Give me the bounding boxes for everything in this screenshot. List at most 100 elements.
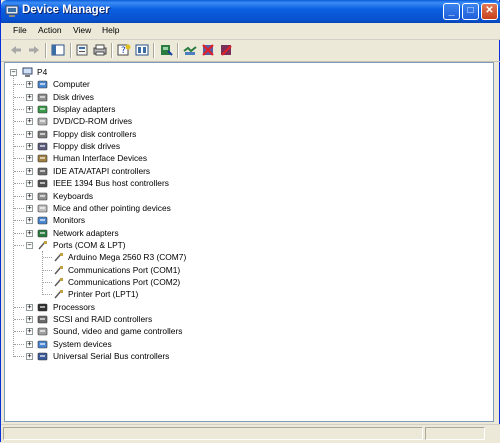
toolbar-separator xyxy=(177,43,179,58)
window-title: Device Manager xyxy=(22,4,110,16)
device-tree[interactable]: − P4 + Computer + Disk drives + Display adapter… xyxy=(4,62,494,422)
minimize-button[interactable]: _ xyxy=(443,3,460,20)
tree-connector xyxy=(14,158,24,160)
system-device-icon xyxy=(37,340,48,348)
tree-category-node[interactable]: + IEEE 1394 Bus host controllers xyxy=(5,178,485,190)
tree-category-label: IEEE 1394 Bus host controllers xyxy=(53,178,169,189)
port-device-node[interactable]: Communications Port (COM1) xyxy=(5,265,485,277)
expand-toggle[interactable]: + xyxy=(26,130,33,138)
tree-category-node[interactable]: + Monitors xyxy=(5,215,485,227)
port-device-node[interactable]: Arduino Mega 2560 R3 (COM7) xyxy=(5,252,485,264)
tree-category-node[interactable]: + Network adapters xyxy=(5,228,485,240)
update-driver-icon[interactable] xyxy=(159,43,173,57)
title-bar[interactable]: Device Manager _ □ ✕ xyxy=(1,0,500,23)
expand-toggle[interactable]: + xyxy=(26,328,33,336)
port-device-label: Printer Port (LPT1) xyxy=(68,289,139,300)
expand-toggle[interactable]: + xyxy=(26,180,33,188)
tree-category-node[interactable]: + Human Interface Devices xyxy=(5,153,485,165)
tree-connector xyxy=(42,250,43,296)
tree-category-label: Display adapters xyxy=(53,104,116,115)
expand-toggle[interactable]: + xyxy=(26,155,33,163)
tree-category-node[interactable]: + Computer xyxy=(5,79,485,91)
expand-toggle[interactable]: + xyxy=(26,217,33,225)
view-icon[interactable] xyxy=(135,43,149,57)
expand-toggle[interactable]: + xyxy=(26,106,33,114)
disable-icon[interactable] xyxy=(219,43,233,57)
tree-category-node[interactable]: + Sound, video and game controllers xyxy=(5,326,485,338)
tree-connector xyxy=(14,220,24,222)
tree-category-node[interactable]: + DVD/CD-ROM drives xyxy=(5,116,485,128)
help-icon[interactable]: ? xyxy=(117,43,131,57)
print-icon[interactable] xyxy=(93,43,107,57)
processor-icon xyxy=(37,303,48,311)
tree-category-node[interactable]: + Floppy disk drives xyxy=(5,141,485,153)
tree-category-node[interactable]: + Floppy disk controllers xyxy=(5,129,485,141)
tree-category-node[interactable]: + IDE ATA/ATAPI controllers xyxy=(5,166,485,178)
tree-root-label: P4 xyxy=(37,67,48,77)
tree-connector xyxy=(14,244,24,246)
tree-category-node[interactable]: + Display adapters xyxy=(5,104,485,116)
expand-toggle[interactable]: + xyxy=(26,303,33,311)
device-manager-window: Device Manager _ □ ✕ File Action View He… xyxy=(0,0,500,443)
tree-category-node[interactable]: + SCSI and RAID controllers xyxy=(5,314,485,326)
ieee1394-icon xyxy=(37,179,48,188)
tree-category-label: Computer xyxy=(53,79,90,90)
port-icon xyxy=(38,240,47,250)
expand-toggle[interactable]: + xyxy=(26,353,33,361)
tree-category-node[interactable]: + System devices xyxy=(5,339,485,351)
tree-category-label: Network adapters xyxy=(53,227,119,238)
scan-hardware-icon[interactable] xyxy=(183,43,197,57)
tree-connector xyxy=(14,146,24,148)
expand-toggle[interactable]: + xyxy=(26,192,33,200)
mouse-icon xyxy=(37,204,48,213)
device-manager-icon xyxy=(5,5,19,17)
tree-connector xyxy=(14,121,24,123)
menu-action[interactable]: Action xyxy=(38,25,62,35)
tree-category-label: IDE ATA/ATAPI controllers xyxy=(53,165,151,176)
tree-category-node[interactable]: + Processors xyxy=(5,302,485,314)
tree-category-node[interactable]: + Universal Serial Bus controllers xyxy=(5,351,485,363)
display-adapter-icon xyxy=(37,105,48,114)
expand-toggle[interactable]: + xyxy=(26,143,33,151)
back-icon[interactable] xyxy=(9,43,23,57)
tree-connector xyxy=(14,319,24,320)
menu-file[interactable]: File xyxy=(13,25,27,35)
properties-icon[interactable] xyxy=(75,43,89,57)
expand-toggle[interactable]: + xyxy=(26,204,33,212)
console-tree-icon[interactable] xyxy=(51,43,65,57)
expand-toggle[interactable]: + xyxy=(26,118,33,126)
scsi-icon xyxy=(37,315,48,324)
expand-toggle[interactable]: + xyxy=(26,167,33,175)
uninstall-icon[interactable] xyxy=(201,43,215,57)
tree-category-label: Sound, video and game controllers xyxy=(53,326,183,337)
floppy-drive-icon xyxy=(37,142,48,151)
forward-icon[interactable] xyxy=(27,43,41,57)
status-bar xyxy=(1,424,500,443)
expand-toggle[interactable]: + xyxy=(26,93,33,101)
tree-connector xyxy=(14,170,24,172)
tree-root-node[interactable]: − P4 xyxy=(5,67,485,79)
keyboard-icon xyxy=(37,192,48,200)
tree-category-node[interactable]: + Disk drives xyxy=(5,92,485,104)
status-pane-main xyxy=(3,427,423,440)
close-button[interactable]: ✕ xyxy=(481,3,498,20)
port-device-node[interactable]: Communications Port (COM2) xyxy=(5,277,485,289)
expand-toggle[interactable]: + xyxy=(26,229,33,237)
tree-connector xyxy=(14,183,24,185)
menu-view[interactable]: View xyxy=(73,25,91,35)
collapse-toggle[interactable]: − xyxy=(10,69,17,76)
tree-category-node[interactable]: + Keyboards xyxy=(5,191,485,203)
expand-toggle[interactable]: + xyxy=(26,316,33,323)
tree-connector xyxy=(14,195,24,197)
tree-category-label: Processors xyxy=(53,301,95,312)
tree-category-node[interactable]: + Mice and other pointing devices xyxy=(5,203,485,215)
port-device-node[interactable]: Printer Port (LPT1) xyxy=(5,289,485,301)
maximize-button[interactable]: □ xyxy=(462,3,479,20)
menu-help[interactable]: Help xyxy=(102,25,119,35)
toolbar: ? xyxy=(1,40,500,62)
tree-category-label: Disk drives xyxy=(53,91,94,102)
collapse-toggle[interactable]: − xyxy=(26,241,33,249)
tree-category-node[interactable]: − Ports (COM & LPT) xyxy=(5,240,485,252)
expand-toggle[interactable]: + xyxy=(26,81,33,89)
expand-toggle[interactable]: + xyxy=(26,340,33,348)
